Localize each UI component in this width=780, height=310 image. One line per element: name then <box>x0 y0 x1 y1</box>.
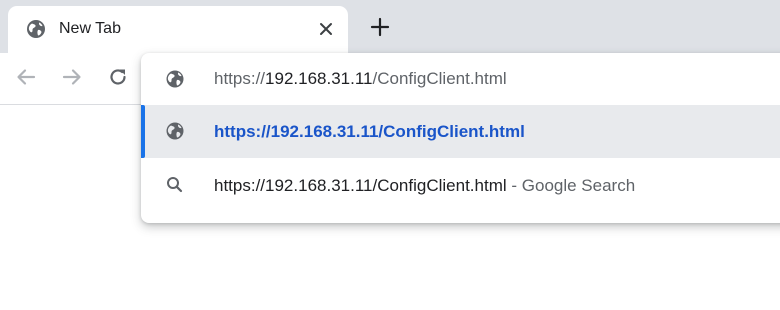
tab-new-tab[interactable]: New Tab <box>8 6 348 53</box>
reload-button[interactable] <box>105 66 131 92</box>
suggestion-url[interactable]: https://192.168.31.11/ConfigClient.html <box>141 105 780 158</box>
search-icon <box>165 175 185 195</box>
search-query: https://192.168.31.11/ConfigClient.html <box>214 176 507 195</box>
address-input[interactable]: https://192.168.31.11/ConfigClient.html <box>214 68 507 90</box>
suggestion-search[interactable]: https://192.168.31.11/ConfigClient.html … <box>141 159 780 212</box>
new-tab-button[interactable] <box>367 15 393 41</box>
address-bar[interactable]: https://192.168.31.11/ConfigClient.html <box>141 53 780 105</box>
suggestion-search-text: https://192.168.31.11/ConfigClient.html … <box>214 175 635 197</box>
globe-icon <box>26 19 46 39</box>
globe-icon <box>165 69 185 89</box>
url-path: /ConfigClient.html <box>372 69 507 88</box>
plus-icon <box>370 14 390 42</box>
back-button[interactable] <box>13 66 39 92</box>
search-separator: - <box>506 176 522 195</box>
url-scheme: https:// <box>214 69 266 88</box>
search-engine-label: Google Search <box>521 176 636 195</box>
url-host: 192.168.31.11 <box>265 69 373 88</box>
forward-arrow-icon <box>61 66 83 93</box>
tab-title: New Tab <box>59 20 121 37</box>
back-arrow-icon <box>15 66 37 93</box>
suggestion-url-text: https://192.168.31.11/ConfigClient.html <box>214 122 525 141</box>
omnibox-dropdown: https://192.168.31.11/ConfigClient.html … <box>141 53 780 223</box>
selection-indicator <box>141 105 145 158</box>
close-icon[interactable] <box>315 18 337 40</box>
globe-icon <box>165 121 185 141</box>
forward-button[interactable] <box>59 66 85 92</box>
reload-icon <box>107 66 129 93</box>
tab-strip: New Tab <box>0 0 780 53</box>
